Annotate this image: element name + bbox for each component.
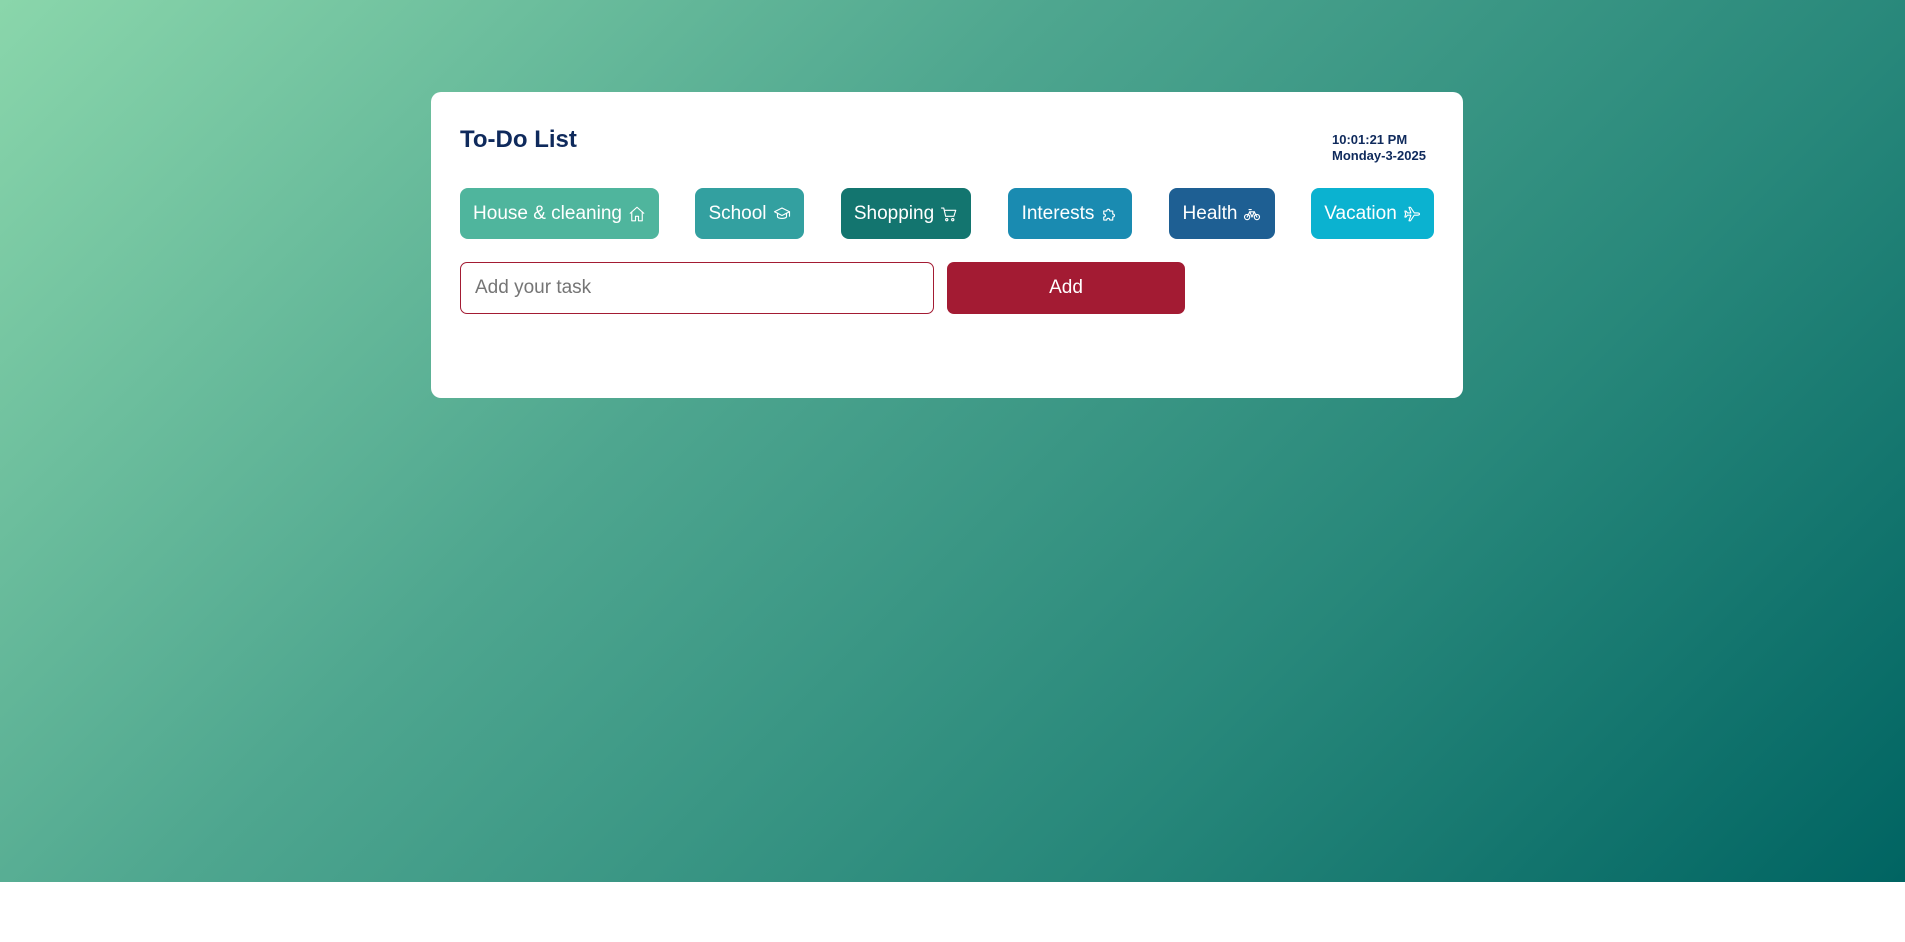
category-label: House & cleaning [473,202,622,224]
category-label: Health [1182,202,1238,224]
puzzle-icon [1103,208,1116,221]
category-shopping-button[interactable]: Shopping [841,188,971,239]
category-school-button[interactable]: School [695,188,804,239]
category-label: Shopping [853,202,935,224]
page-title: To-Do List [460,126,577,153]
category-house-cleaning-button[interactable]: House & cleaning [460,188,659,239]
category-label: School [708,202,767,224]
shopping-cart-icon [941,206,957,221]
category-interests-button[interactable]: Interests [1008,188,1132,239]
house-icon [629,206,645,221]
category-label: Vacation [1324,202,1397,224]
add-task-button[interactable]: Add [947,262,1185,314]
airplane-icon [1404,206,1420,221]
category-health-button[interactable]: Health [1169,188,1275,239]
graduation-cap-icon [773,206,790,219]
clock: 10:01:21 PM Monday-3-2025 [1332,132,1426,164]
task-input[interactable] [460,262,934,314]
category-label: Interests [1021,202,1095,224]
todo-card: To-Do List 10:01:21 PM Monday-3-2025 Hou… [431,92,1463,398]
category-vacation-button[interactable]: Vacation [1311,188,1434,239]
clock-date: Monday-3-2025 [1332,148,1426,163]
bicycle-icon [1244,208,1261,220]
clock-time: 10:01:21 PM [1332,132,1408,147]
